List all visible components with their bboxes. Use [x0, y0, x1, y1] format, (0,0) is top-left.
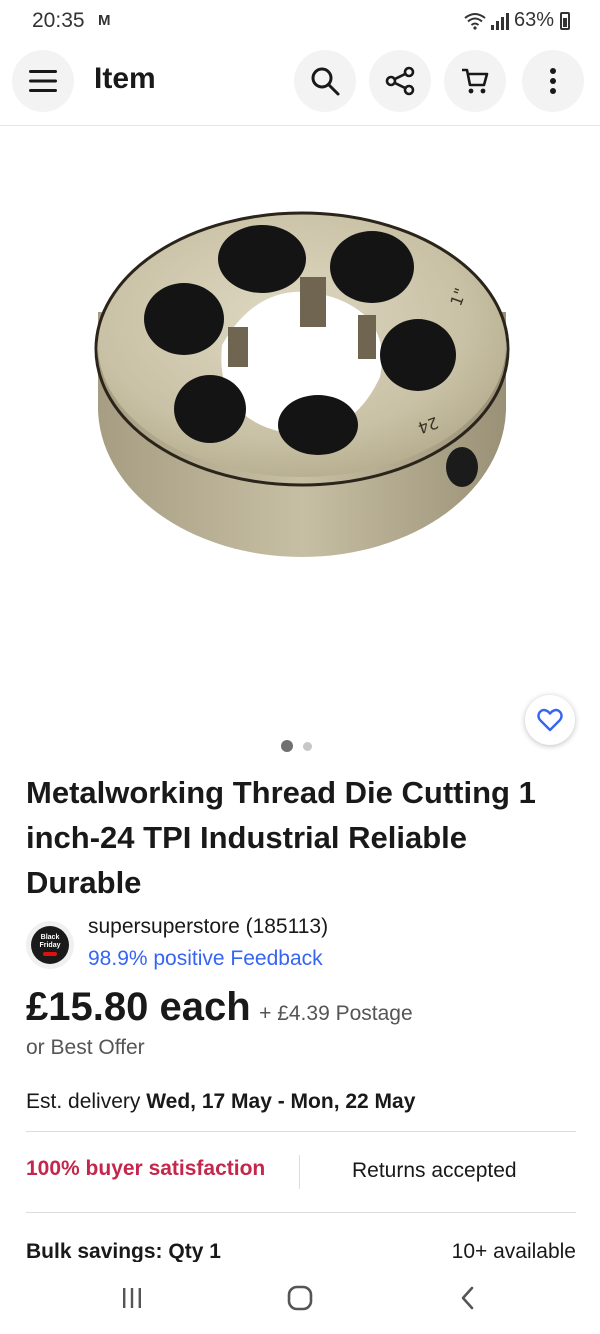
home-button[interactable] [280, 1282, 320, 1314]
menu-icon [29, 70, 57, 92]
watchlist-button[interactable] [525, 695, 575, 745]
seller-avatar[interactable]: Black Friday [26, 921, 74, 969]
home-icon [287, 1285, 313, 1311]
best-offer-text: or Best Offer [26, 1036, 145, 1059]
signal-icon [490, 12, 509, 30]
system-navigation-bar [0, 1262, 600, 1334]
seller-name[interactable]: supersuperstore (185113) [88, 915, 328, 939]
menu-button[interactable] [12, 50, 74, 112]
share-button[interactable] [369, 50, 431, 112]
status-bar: 20:35 M 63% [0, 0, 600, 44]
seller-info[interactable]: Black Friday supersuperstore (185113) 98… [26, 915, 586, 971]
item-price: £15.80 each [26, 985, 251, 1029]
quantity-available: 10+ available [451, 1240, 576, 1263]
gallery-pagination [281, 740, 312, 752]
delivery-label: Est. delivery [26, 1090, 141, 1113]
status-indicators: 63% [464, 9, 570, 32]
price-row: £15.80 each + £4.39 Postage [26, 985, 413, 1030]
black-friday-badge: Black Friday [31, 926, 69, 964]
listing-title: Metalworking Thread Die Cutting 1 inch-2… [26, 775, 536, 900]
bulk-savings[interactable]: Bulk savings: Qty 1 [26, 1240, 221, 1264]
buyer-satisfaction[interactable]: 100% buyer satisfaction [26, 1157, 265, 1181]
heart-icon [537, 708, 563, 732]
more-icon [550, 68, 556, 94]
recent-apps-icon [123, 1288, 141, 1308]
divider [26, 1212, 576, 1213]
back-button[interactable] [448, 1282, 488, 1314]
page-dot-active[interactable] [281, 740, 293, 752]
share-icon [385, 66, 415, 96]
app-header: Item [0, 48, 600, 126]
product-image: 1" 24 [94, 211, 510, 557]
divider [26, 1131, 576, 1132]
vertical-divider [299, 1155, 300, 1189]
recent-apps-button[interactable] [112, 1282, 152, 1314]
search-icon [311, 67, 340, 96]
page-dot[interactable] [303, 741, 312, 751]
seller-badge-text: Black Friday [39, 934, 61, 949]
postage-price: + £4.39 Postage [259, 1002, 413, 1025]
wifi-icon [464, 12, 486, 30]
mail-notification-icon: M [98, 12, 111, 29]
battery-icon [560, 11, 570, 30]
page-title: Item [94, 62, 156, 95]
product-image-gallery[interactable]: 1" 24 [0, 127, 600, 767]
cart-button[interactable] [444, 50, 506, 112]
back-icon [461, 1286, 474, 1310]
delivery-dates: Wed, 17 May - Mon, 22 May [146, 1090, 416, 1113]
seller-feedback-link[interactable]: 98.9% positive Feedback [88, 947, 323, 971]
search-button[interactable] [294, 50, 356, 112]
status-time: 20:35 [32, 9, 85, 32]
estimated-delivery: Est. delivery Wed, 17 May - Mon, 22 May [26, 1090, 415, 1114]
more-button[interactable] [522, 50, 584, 112]
battery-percent: 63% [513, 9, 554, 31]
cart-icon [462, 68, 489, 94]
returns-accepted[interactable]: Returns accepted [352, 1159, 517, 1183]
